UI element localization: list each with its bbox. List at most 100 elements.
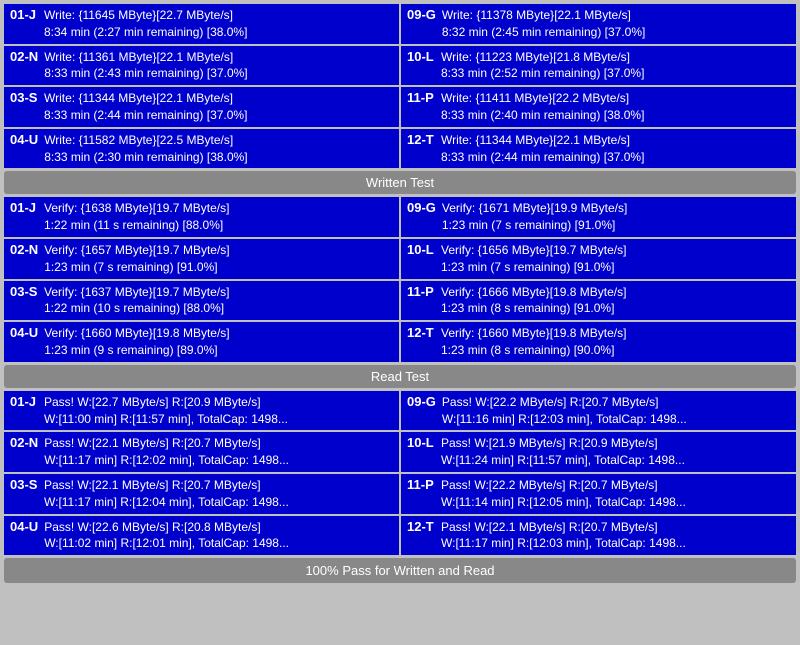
write-cell-10l: 10-L Write: {11223 MByte}[21.8 MByte/s] …: [401, 46, 796, 86]
cell-id-01j: 01-J: [10, 7, 38, 22]
verify-cell-11p: 11-P Verify: {1666 MByte}[19.8 MByte/s] …: [401, 281, 796, 321]
read-cell-09g: 09-G Pass! W:[22.2 MByte/s] R:[20.7 MByt…: [401, 391, 796, 431]
verify-id-11p: 11-P: [407, 284, 435, 299]
write-cell-04u: 04-U Write: {11582 MByte}[22.5 MByte/s] …: [4, 129, 399, 169]
verify-right-09g: 09-G Verify: {1671 MByte}[19.9 MByte/s] …: [401, 197, 796, 237]
verify-id-03s: 03-S: [10, 284, 38, 299]
read-id-03s: 03-S: [10, 477, 38, 492]
cell-id-03s: 03-S: [10, 90, 38, 105]
read-content-09g: Pass! W:[22.2 MByte/s] R:[20.7 MByte/s] …: [442, 394, 687, 428]
read-cell-11p: 11-P Pass! W:[22.2 MByte/s] R:[20.7 MByt…: [401, 474, 796, 514]
cell-id-12t: 12-T: [407, 132, 435, 147]
read-left-03s: 03-S Pass! W:[22.1 MByte/s] R:[20.7 MByt…: [4, 474, 399, 514]
read-id-04u: 04-U: [10, 519, 38, 534]
verify-content-10l: Verify: {1656 MByte}[19.7 MByte/s] 1:23 …: [441, 242, 626, 276]
cell-id-10l: 10-L: [407, 49, 435, 64]
read-id-01j: 01-J: [10, 394, 38, 409]
verify-right-11p: 11-P Verify: {1666 MByte}[19.8 MByte/s] …: [401, 281, 796, 321]
cell-id-09g: 09-G: [407, 7, 436, 22]
verify-grid: 01-J Verify: {1638 MByte}[19.7 MByte/s] …: [4, 197, 796, 361]
write-content-04u: Write: {11582 MByte}[22.5 MByte/s] 8:33 …: [44, 132, 247, 166]
verify-cell-01j: 01-J Verify: {1638 MByte}[19.7 MByte/s] …: [4, 197, 399, 237]
read-content-10l: Pass! W:[21.9 MByte/s] R:[20.9 MByte/s] …: [441, 435, 685, 469]
write-right-col-12t: 12-T Write: {11344 MByte}[22.1 MByte/s] …: [401, 129, 796, 169]
verify-content-12t: Verify: {1660 MByte}[19.8 MByte/s] 1:23 …: [441, 325, 626, 359]
read-id-02n: 02-N: [10, 435, 38, 450]
read-right-10l: 10-L Pass! W:[21.9 MByte/s] R:[20.9 MByt…: [401, 432, 796, 472]
read-cell-12t: 12-T Pass! W:[22.1 MByte/s] R:[20.7 MByt…: [401, 516, 796, 556]
verify-content-03s: Verify: {1637 MByte}[19.7 MByte/s] 1:22 …: [44, 284, 229, 318]
read-right-11p: 11-P Pass! W:[22.2 MByte/s] R:[20.7 MByt…: [401, 474, 796, 514]
write-content-03s: Write: {11344 MByte}[22.1 MByte/s] 8:33 …: [44, 90, 247, 124]
verify-cell-09g: 09-G Verify: {1671 MByte}[19.9 MByte/s] …: [401, 197, 796, 237]
verify-left-03s: 03-S Verify: {1637 MByte}[19.7 MByte/s] …: [4, 281, 399, 321]
read-content-11p: Pass! W:[22.2 MByte/s] R:[20.7 MByte/s] …: [441, 477, 686, 511]
write-grid: 01-J Write: {11645 MByte}[22.7 MByte/s] …: [4, 4, 796, 168]
write-left-col-02n: 02-N Write: {11361 MByte}[22.1 MByte/s] …: [4, 46, 399, 86]
verify-id-12t: 12-T: [407, 325, 435, 340]
verify-left-04u: 04-U Verify: {1660 MByte}[19.8 MByte/s] …: [4, 322, 399, 362]
verify-content-02n: Verify: {1657 MByte}[19.7 MByte/s] 1:23 …: [44, 242, 229, 276]
write-content-12t: Write: {11344 MByte}[22.1 MByte/s] 8:33 …: [441, 132, 644, 166]
read-content-01j: Pass! W:[22.7 MByte/s] R:[20.9 MByte/s] …: [44, 394, 288, 428]
verify-left-01j: 01-J Verify: {1638 MByte}[19.7 MByte/s] …: [4, 197, 399, 237]
verify-section: 01-J Verify: {1638 MByte}[19.7 MByte/s] …: [4, 197, 796, 361]
verify-cell-12t: 12-T Verify: {1660 MByte}[19.8 MByte/s] …: [401, 322, 796, 362]
write-content-02n: Write: {11361 MByte}[22.1 MByte/s] 8:33 …: [44, 49, 247, 83]
write-cell-12t: 12-T Write: {11344 MByte}[22.1 MByte/s] …: [401, 129, 796, 169]
write-cell-01j: 01-J Write: {11645 MByte}[22.7 MByte/s] …: [4, 4, 399, 44]
write-content-01j: Write: {11645 MByte}[22.7 MByte/s] 8:34 …: [44, 7, 247, 41]
write-content-09g: Write: {11378 MByte}[22.1 MByte/s] 8:32 …: [442, 7, 645, 41]
read-content-04u: Pass! W:[22.6 MByte/s] R:[20.8 MByte/s] …: [44, 519, 289, 553]
verify-left-02n: 02-N Verify: {1657 MByte}[19.7 MByte/s] …: [4, 239, 399, 279]
read-id-09g: 09-G: [407, 394, 436, 409]
read-left-04u: 04-U Pass! W:[22.6 MByte/s] R:[20.8 MByt…: [4, 516, 399, 556]
write-right-col-11p: 11-P Write: {11411 MByte}[22.2 MByte/s] …: [401, 87, 796, 127]
read-id-10l: 10-L: [407, 435, 435, 450]
verify-id-02n: 02-N: [10, 242, 38, 257]
main-container: 01-J Write: {11645 MByte}[22.7 MByte/s] …: [0, 0, 800, 587]
bottom-status-bar: 100% Pass for Written and Read: [4, 558, 796, 583]
read-id-12t: 12-T: [407, 519, 435, 534]
read-content-12t: Pass! W:[22.1 MByte/s] R:[20.7 MByte/s] …: [441, 519, 686, 553]
read-grid: 01-J Pass! W:[22.7 MByte/s] R:[20.9 MByt…: [4, 391, 796, 555]
read-test-header: Read Test: [4, 365, 796, 388]
written-test-header: Written Test: [4, 171, 796, 194]
verify-cell-03s: 03-S Verify: {1637 MByte}[19.7 MByte/s] …: [4, 281, 399, 321]
write-content-10l: Write: {11223 MByte}[21.8 MByte/s] 8:33 …: [441, 49, 644, 83]
cell-id-04u: 04-U: [10, 132, 38, 147]
write-left-col: 01-J Write: {11645 MByte}[22.7 MByte/s] …: [4, 4, 399, 44]
write-left-col-04u: 04-U Write: {11582 MByte}[22.5 MByte/s] …: [4, 129, 399, 169]
write-content-11p: Write: {11411 MByte}[22.2 MByte/s] 8:33 …: [441, 90, 644, 124]
write-cell-02n: 02-N Write: {11361 MByte}[22.1 MByte/s] …: [4, 46, 399, 86]
verify-id-01j: 01-J: [10, 200, 38, 215]
read-section: 01-J Pass! W:[22.7 MByte/s] R:[20.9 MByt…: [4, 391, 796, 555]
verify-content-04u: Verify: {1660 MByte}[19.8 MByte/s] 1:23 …: [44, 325, 229, 359]
read-left-01j: 01-J Pass! W:[22.7 MByte/s] R:[20.9 MByt…: [4, 391, 399, 431]
verify-cell-04u: 04-U Verify: {1660 MByte}[19.8 MByte/s] …: [4, 322, 399, 362]
write-cell-09g: 09-G Write: {11378 MByte}[22.1 MByte/s] …: [401, 4, 796, 44]
verify-content-09g: Verify: {1671 MByte}[19.9 MByte/s] 1:23 …: [442, 200, 627, 234]
read-cell-04u: 04-U Pass! W:[22.6 MByte/s] R:[20.8 MByt…: [4, 516, 399, 556]
read-cell-03s: 03-S Pass! W:[22.1 MByte/s] R:[20.7 MByt…: [4, 474, 399, 514]
read-cell-10l: 10-L Pass! W:[21.9 MByte/s] R:[20.9 MByt…: [401, 432, 796, 472]
verify-right-12t: 12-T Verify: {1660 MByte}[19.8 MByte/s] …: [401, 322, 796, 362]
verify-id-04u: 04-U: [10, 325, 38, 340]
read-left-02n: 02-N Pass! W:[22.1 MByte/s] R:[20.7 MByt…: [4, 432, 399, 472]
read-content-02n: Pass! W:[22.1 MByte/s] R:[20.7 MByte/s] …: [44, 435, 289, 469]
verify-cell-02n: 02-N Verify: {1657 MByte}[19.7 MByte/s] …: [4, 239, 399, 279]
read-id-11p: 11-P: [407, 477, 435, 492]
write-section: 01-J Write: {11645 MByte}[22.7 MByte/s] …: [4, 4, 796, 168]
write-right-col-09g: 09-G Write: {11378 MByte}[22.1 MByte/s] …: [401, 4, 796, 44]
read-cell-02n: 02-N Pass! W:[22.1 MByte/s] R:[20.7 MByt…: [4, 432, 399, 472]
write-cell-03s: 03-S Write: {11344 MByte}[22.1 MByte/s] …: [4, 87, 399, 127]
verify-cell-10l: 10-L Verify: {1656 MByte}[19.7 MByte/s] …: [401, 239, 796, 279]
verify-right-10l: 10-L Verify: {1656 MByte}[19.7 MByte/s] …: [401, 239, 796, 279]
write-right-col-10l: 10-L Write: {11223 MByte}[21.8 MByte/s] …: [401, 46, 796, 86]
read-right-12t: 12-T Pass! W:[22.1 MByte/s] R:[20.7 MByt…: [401, 516, 796, 556]
read-cell-01j: 01-J Pass! W:[22.7 MByte/s] R:[20.9 MByt…: [4, 391, 399, 431]
read-right-09g: 09-G Pass! W:[22.2 MByte/s] R:[20.7 MByt…: [401, 391, 796, 431]
cell-id-11p: 11-P: [407, 90, 435, 105]
read-content-03s: Pass! W:[22.1 MByte/s] R:[20.7 MByte/s] …: [44, 477, 289, 511]
verify-id-10l: 10-L: [407, 242, 435, 257]
